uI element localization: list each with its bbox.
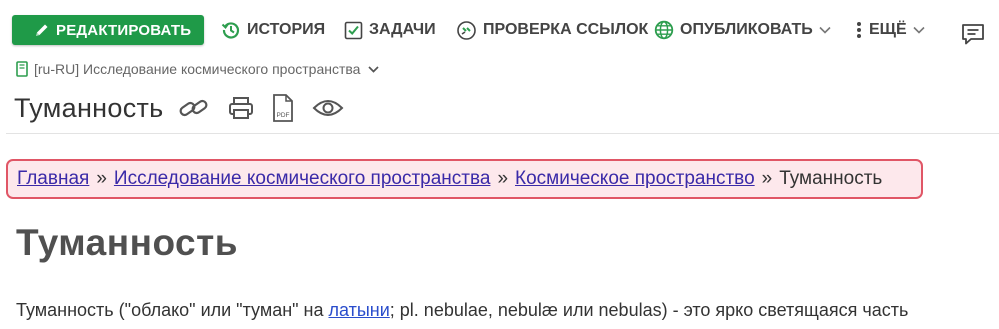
pdf-icon[interactable]: PDF — [272, 94, 294, 122]
chevron-down-icon — [819, 26, 837, 34]
paragraph-text: ; pl. nebulae, nebulæ или nebulas) - это… — [389, 300, 909, 320]
space-selector[interactable]: [ru-RU] Исследование космического простр… — [16, 60, 380, 78]
history-button[interactable]: ИСТОРИЯ — [221, 18, 325, 42]
space-label: [ru-RU] Исследование космического простр… — [34, 61, 361, 77]
print-icon[interactable] — [228, 96, 254, 120]
comment-icon — [960, 21, 986, 47]
history-label: ИСТОРИЯ — [247, 21, 326, 38]
breadcrumb-link-home[interactable]: Главная — [17, 168, 89, 190]
chevron-down-icon — [913, 26, 931, 34]
eye-icon[interactable] — [312, 97, 344, 119]
more-label: ЕЩЁ — [869, 21, 907, 38]
edit-button-label: РЕДАКТИРОВАТЬ — [56, 21, 192, 39]
breadcrumb-link-outer-space[interactable]: Космическое пространство — [515, 168, 755, 190]
breadcrumb-current: Туманность — [779, 168, 883, 189]
more-button[interactable]: ЕЩЁ — [855, 18, 931, 42]
tasks-label: ЗАДАЧИ — [369, 21, 436, 38]
breadcrumb-separator: » — [497, 168, 509, 189]
paragraph-text: Туманность ("облако" или "туман" на — [16, 300, 329, 320]
page-header: Туманность PDF — [14, 90, 362, 126]
content-title: Туманность — [16, 222, 238, 263]
edit-button[interactable]: РЕДАКТИРОВАТЬ — [12, 15, 204, 45]
globe-icon — [654, 20, 680, 40]
link-check-icon — [456, 20, 483, 41]
pencil-icon — [34, 22, 50, 38]
svg-text:PDF: PDF — [276, 112, 289, 119]
breadcrumb: Главная » Исследование космического прос… — [6, 159, 923, 199]
kebab-icon — [855, 21, 869, 39]
breadcrumb-link-space-exploration[interactable]: Исследование космического пространства — [114, 168, 491, 190]
header-divider — [6, 133, 999, 134]
latin-link[interactable]: латыни — [329, 300, 390, 320]
breadcrumb-separator: » — [761, 168, 773, 189]
history-icon — [221, 20, 247, 40]
tasks-button[interactable]: ЗАДАЧИ — [344, 18, 436, 42]
top-toolbar: РЕДАКТИРОВАТЬ ИСТОРИЯ ЗАДАЧИ ПРОВЕРКА СС… — [0, 0, 999, 56]
link-check-button[interactable]: ПРОВЕРКА ССЫЛОК — [456, 18, 648, 42]
content-paragraph: Туманность ("облако" или "туман" на латы… — [16, 300, 999, 321]
breadcrumb-separator: » — [96, 168, 107, 189]
link-check-label: ПРОВЕРКА ССЫЛОК — [483, 21, 649, 38]
publish-label: ОПУБЛИКОВАТЬ — [680, 21, 813, 38]
chevron-down-icon — [368, 65, 380, 73]
book-icon — [16, 61, 28, 77]
page-title: Туманность — [14, 92, 164, 123]
checkbox-icon — [344, 21, 369, 40]
link-icon[interactable] — [178, 96, 210, 120]
comments-button[interactable] — [960, 21, 986, 52]
publish-button[interactable]: ОПУБЛИКОВАТЬ — [654, 18, 837, 42]
